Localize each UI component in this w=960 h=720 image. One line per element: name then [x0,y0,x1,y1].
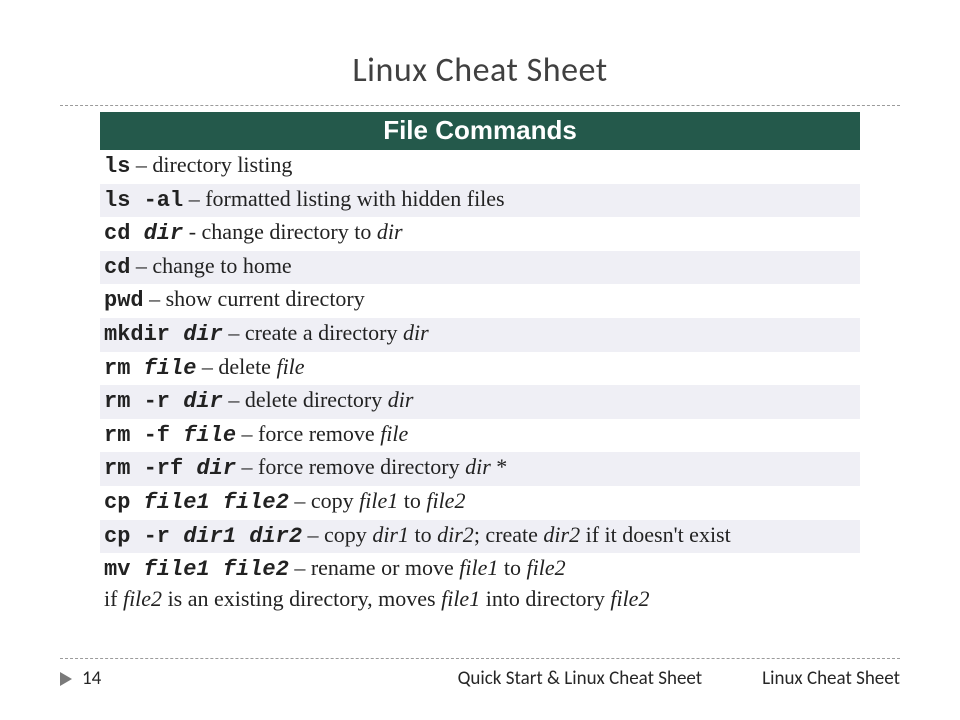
command-row: cp -r dir1 dir2 – copy dir1 to dir2; cre… [100,520,860,554]
command-text: rm -f [104,423,183,448]
l2c: into directory [480,586,610,611]
command-text: ls -al [104,188,183,213]
command-arg: dir [183,322,223,347]
i3: dir2 [543,522,580,547]
desc: formatted listing with hidden files [205,186,504,211]
l2a: if [104,586,123,611]
sep: – [236,421,258,446]
command-row: ls – directory listing [100,150,860,184]
command-row: mkdir dir – create a directory dir [100,318,860,352]
desc: force remove directory [258,454,465,479]
sep: – [183,186,205,211]
i1: file1 [459,555,498,580]
command-text: rm -rf [104,456,196,481]
command-row: ls -al – formatted listing with hidden f… [100,184,860,218]
command-row: pwd – show current directory [100,284,860,318]
command-row: cd – change to home [100,251,860,285]
sep: – [289,555,311,580]
command-text: rm [104,356,144,381]
sep: - [183,219,201,244]
l2b: is an existing directory, moves [162,586,441,611]
desc-arg: dir [377,219,403,244]
command-arg: dir [144,221,184,246]
l2i1: file2 [123,586,162,611]
desc: delete [218,354,276,379]
desc-arg: file [276,354,304,379]
footer-divider [60,658,900,659]
desc-arg: dir [403,320,429,345]
sep: – [196,354,218,379]
desc-arg2: file2 [426,488,465,513]
command-text: cp -r [104,524,183,549]
arrow-right-icon [60,672,72,686]
sep: – [130,253,152,278]
sep: – [130,152,152,177]
desc: force remove [258,421,380,446]
desc: create a directory [245,320,403,345]
footer: 14 Quick Start & Linux Cheat Sheet Linux… [60,658,900,690]
desc: copy [311,488,359,513]
command-text: cp [104,490,144,515]
command-text: cd [104,221,144,246]
command-text: mv [104,557,144,582]
t3: ; create [474,522,544,547]
sep: – [223,320,245,345]
t2: to [498,555,526,580]
page-number: 14 [82,667,101,690]
content-block: File Commands ls – directory listing ls … [60,112,900,615]
desc-arg: dir [388,387,414,412]
desc: change to home [152,253,291,278]
section-header: File Commands [100,112,860,150]
desc: directory listing [152,152,292,177]
footer-mid-text: Quick Start & Linux Cheat Sheet [458,667,702,690]
sep: – [289,488,311,513]
t2: to [409,522,437,547]
desc-arg: file1 [359,488,398,513]
command-text: pwd [104,288,144,313]
command-row: cd dir - change directory to dir [100,217,860,251]
slide: Linux Cheat Sheet File Commands ls – dir… [0,0,960,720]
t4: if it doesn't exist [580,522,731,547]
sep: – [144,286,166,311]
desc-mid: to [398,488,426,513]
command-arg: dir [196,456,236,481]
desc: delete directory [245,387,388,412]
t1: rename or move [311,555,459,580]
command-arg: file [144,356,197,381]
i2: dir2 [437,522,474,547]
command-row: rm -r dir – delete directory dir [100,385,860,419]
desc: show current directory [166,286,365,311]
sep: – [302,522,324,547]
command-row: cp file1 file2 – copy file1 to file2 [100,486,860,520]
sep: – [236,454,258,479]
footer-right-text: Linux Cheat Sheet [762,667,900,690]
desc: change directory to [202,219,377,244]
desc-post: * [491,454,508,479]
command-text: rm -r [104,389,183,414]
command-text: ls [104,154,130,179]
footer-line: 14 Quick Start & Linux Cheat Sheet Linux… [60,667,900,690]
desc-arg: file [380,421,408,446]
command-arg: file1 file2 [144,490,289,515]
command-arg: file [183,423,236,448]
command-row: mv file1 file2 – rename or move file1 to… [100,553,860,615]
command-arg: dir [183,389,223,414]
command-text: cd [104,255,130,280]
command-arg: dir1 dir2 [183,524,302,549]
slide-title: Linux Cheat Sheet [60,50,900,91]
t1: copy [324,522,372,547]
i1: dir1 [372,522,409,547]
command-row: rm file – delete file [100,352,860,386]
command-arg: file1 file2 [144,557,289,582]
title-divider [60,105,900,106]
i2: file2 [527,555,566,580]
command-row: rm -rf dir – force remove directory dir … [100,452,860,486]
desc-arg: dir [465,454,491,479]
command-row: rm -f file – force remove file [100,419,860,453]
sep: – [223,387,245,412]
l2i2: file1 [441,586,480,611]
command-text: mkdir [104,322,183,347]
l2i3: file2 [610,586,649,611]
